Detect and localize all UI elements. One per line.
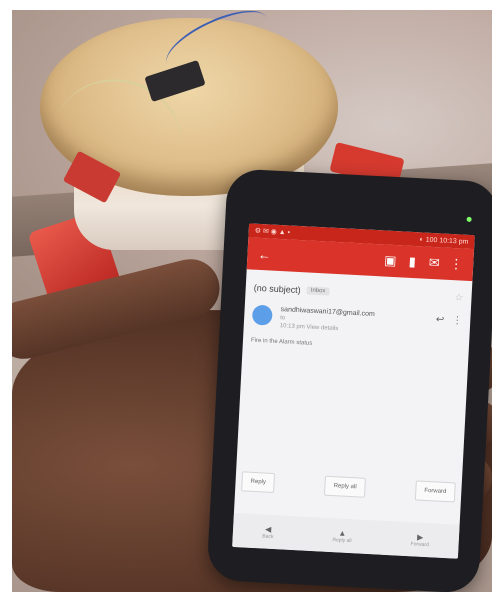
nav-back-label: Back [262,532,274,540]
more-vert-icon[interactable]: ⋮ [445,256,468,273]
smartphone: ⚙ ✉ ◉ ▲ • ◐ 100 10:13 pm ← ▣ ▮ ✉ ⋮ (no s… [206,168,492,592]
forward-button[interactable]: Forward [414,480,456,503]
nav-reply-all[interactable]: ▲ Reply all [332,528,352,544]
email-subject: (no subject) [253,282,302,295]
phone-screen: ⚙ ✉ ◉ ▲ • ◐ 100 10:13 pm ← ▣ ▮ ✉ ⋮ (no s… [232,223,475,559]
arrow-left-icon[interactable]: ← [253,246,276,262]
more-vert-icon[interactable]: ⋮ [452,315,463,327]
avatar[interactable] [251,304,273,326]
delete-icon[interactable]: ▮ [401,253,424,270]
reply-button[interactable]: Reply [241,471,276,494]
inbox-label[interactable]: Inbox [306,285,330,296]
reply-icon[interactable]: ↩ [436,314,445,325]
photo: ⚙ ✉ ◉ ▲ • ◐ 100 10:13 pm ← ▣ ▮ ✉ ⋮ (no s… [12,10,492,592]
archive-icon[interactable]: ▣ [379,252,402,269]
forward-icon: ▶ [416,532,424,542]
status-icons: ⚙ ✉ ◉ ▲ • [254,227,291,237]
bottom-nav: ◀ Back ▲ Reply all ▶ Forward [232,512,460,559]
notification-led [466,216,472,222]
nav-back[interactable]: ◀ Back [262,524,274,540]
email-actions: Reply Reply all Forward [241,471,456,503]
nav-forward-label: Forward [410,540,430,548]
star-icon[interactable]: ☆ [454,292,464,303]
nav-reply-all-label: Reply all [332,536,352,544]
reply-all-button[interactable]: Reply all [324,475,367,498]
mail-icon[interactable]: ✉ [423,255,446,272]
reply-all-icon: ▲ [338,527,347,538]
status-time: ◐ 100 10:13 pm [419,235,469,246]
triangle-left-icon: ◀ [264,524,272,534]
nav-forward[interactable]: ▶ Forward [410,532,429,548]
